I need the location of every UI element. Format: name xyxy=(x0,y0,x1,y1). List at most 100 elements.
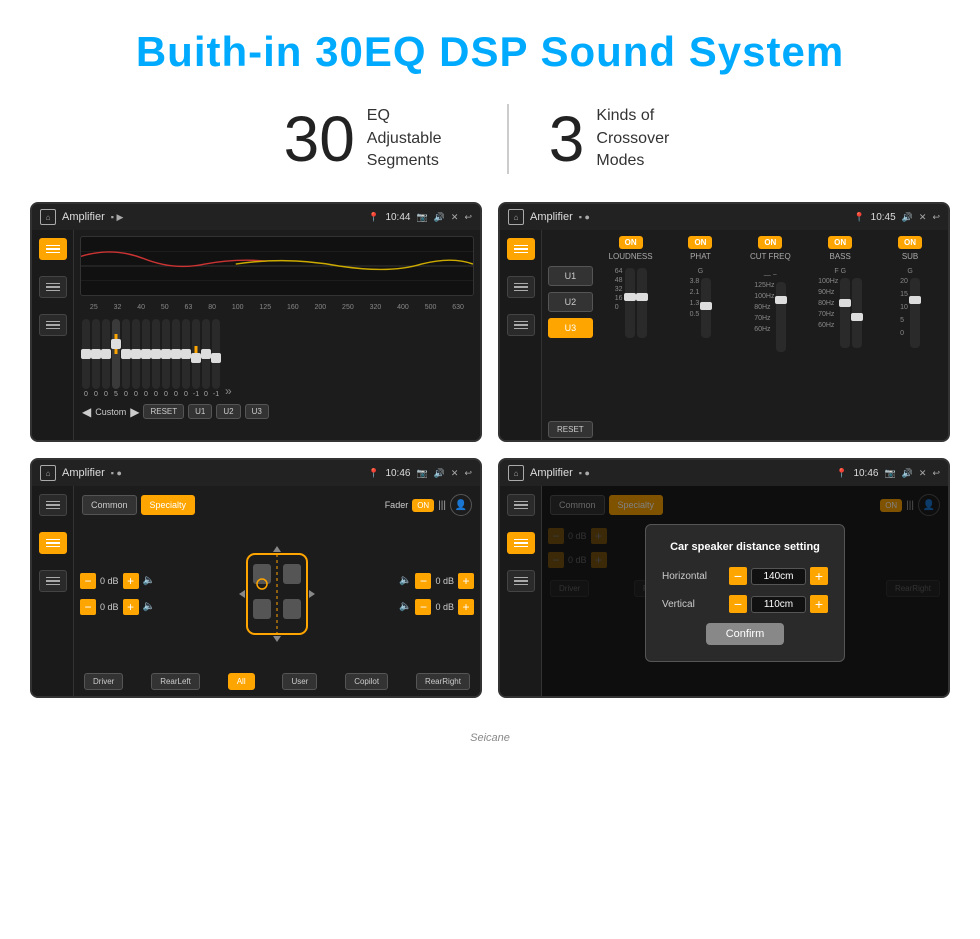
sidebar-vol-btn-4[interactable] xyxy=(507,570,535,592)
db-minus-br[interactable]: − xyxy=(415,599,431,615)
db-minus-tl[interactable]: − xyxy=(80,573,96,589)
location-icon-1: 📍 xyxy=(368,212,379,223)
camera-icon-1: 📷 xyxy=(416,212,427,223)
bottom-buttons-3: Driver RearLeft All User Copilot RearRig… xyxy=(80,669,474,694)
screen-body-3: Common Specialty Fader ON ||| 👤 − 0 d xyxy=(32,486,480,698)
screen-main-1: 25 32 40 50 63 80 100 125 160 200 250 32… xyxy=(74,230,480,442)
eq-slider-0[interactable]: 0 xyxy=(82,319,90,398)
screen-sidebar-2 xyxy=(500,230,542,442)
eq-slider-5[interactable]: 0 xyxy=(132,319,140,398)
eq-u2-btn[interactable]: U2 xyxy=(216,404,240,419)
screen-body-4: Common Specialty ON ||| 👤 − 0 dB + xyxy=(500,486,948,698)
user-btn-3[interactable]: User xyxy=(282,673,317,690)
sidebar-eq-btn-4[interactable] xyxy=(507,494,535,516)
eq-chart xyxy=(80,236,474,296)
topbar-right-2: 📍 10:45 🔊 ✕ ↩ xyxy=(853,212,940,223)
sidebar-vol-btn-3[interactable] xyxy=(39,570,67,592)
eq-slider-13[interactable]: -1 xyxy=(212,319,220,398)
eq-slider-10[interactable]: 0 xyxy=(182,319,190,398)
all-btn-3[interactable]: All xyxy=(228,673,255,690)
screen-body-2: U1 U2 U3 RESET ON LOUDNESS xyxy=(500,230,948,442)
vertical-minus[interactable]: − xyxy=(729,595,747,613)
rear-right-btn-3[interactable]: RearRight xyxy=(416,673,470,690)
topbar-time-1: 10:44 xyxy=(385,212,410,223)
db-minus-tr[interactable]: − xyxy=(415,573,431,589)
eq-prev-btn[interactable]: ◀ xyxy=(82,405,91,419)
back-icon-1: ↩ xyxy=(464,212,472,223)
home-icon-1[interactable]: ⌂ xyxy=(40,209,56,225)
sidebar-eq-btn-2[interactable] xyxy=(507,238,535,260)
eq-custom-label: Custom xyxy=(95,407,126,417)
eq-next-btn[interactable]: ▶ xyxy=(130,405,139,419)
eq-text: EQ AdjustableSegments xyxy=(367,105,467,172)
topbar-4: ⌂ Amplifier ▪ ● 📍 10:46 📷 🔊 ✕ ↩ xyxy=(500,460,948,486)
eq-reset-btn[interactable]: RESET xyxy=(143,404,184,419)
sidebar-vol-btn[interactable] xyxy=(39,314,67,336)
screen-specialty: ⌂ Amplifier ▪ ● 📍 10:46 📷 🔊 ✕ ↩ xyxy=(30,458,482,698)
screens-grid: ⌂ Amplifier ▪ ▶ 📍 10:44 📷 🔊 ✕ ↩ xyxy=(0,202,980,728)
topbar-title-2: Amplifier xyxy=(530,211,573,223)
driver-btn-3[interactable]: Driver xyxy=(84,673,123,690)
horizontal-minus[interactable]: − xyxy=(729,567,747,585)
eq-stat: 30 EQ AdjustableSegments xyxy=(244,105,507,172)
cross-text: Kinds ofCrossover Modes xyxy=(596,105,696,172)
cross-stat: 3 Kinds ofCrossover Modes xyxy=(509,105,737,172)
topbar-right-4: 📍 10:46 📷 🔊 ✕ ↩ xyxy=(836,468,940,479)
u1-btn[interactable]: U1 xyxy=(548,266,593,286)
speaker-layout-area: − 0 dB + 🔈 − 0 dB + 🔈 xyxy=(80,524,474,663)
sidebar-wave-btn[interactable] xyxy=(39,276,67,298)
rear-left-btn-3[interactable]: RearLeft xyxy=(151,673,200,690)
eq-number: 30 xyxy=(284,107,355,171)
eq-slider-12[interactable]: 0 xyxy=(202,319,210,398)
sidebar-eq-btn-3[interactable] xyxy=(39,494,67,516)
db-plus-tr[interactable]: + xyxy=(458,573,474,589)
topbar-title-3: Amplifier xyxy=(62,467,105,479)
specialty-tab-3[interactable]: Specialty xyxy=(141,495,196,515)
distance-dialog: Car speaker distance setting Horizontal … xyxy=(645,524,845,662)
home-icon-3[interactable]: ⌂ xyxy=(40,465,56,481)
horizontal-plus[interactable]: + xyxy=(810,567,828,585)
db-plus-bl[interactable]: + xyxy=(123,599,139,615)
eq-slider-9[interactable]: 0 xyxy=(172,319,180,398)
dialog-overlay: Car speaker distance setting Horizontal … xyxy=(542,486,948,698)
copilot-btn-3[interactable]: Copilot xyxy=(345,673,388,690)
eq-slider-7[interactable]: 0 xyxy=(152,319,160,398)
db-plus-br[interactable]: + xyxy=(458,599,474,615)
confirm-button[interactable]: Confirm xyxy=(706,623,785,645)
vertical-row: Vertical − 110cm + xyxy=(662,595,828,613)
user-icon-3: 👤 xyxy=(450,494,472,516)
sidebar-eq-btn[interactable] xyxy=(39,238,67,260)
horizontal-input: − 140cm + xyxy=(729,567,828,585)
ch-cutfreq: ON CUT FREQ — ~ 125Hz 100Hz 80Hz 70H xyxy=(738,236,802,438)
cross-reset-btn[interactable]: RESET xyxy=(548,421,593,438)
sidebar-wave-btn-3[interactable] xyxy=(39,532,67,554)
sidebar-wave-btn-4[interactable] xyxy=(507,532,535,554)
sidebar-wave-btn-2[interactable] xyxy=(507,276,535,298)
eq-slider-1[interactable]: 0 xyxy=(92,319,100,398)
eq-u3-btn[interactable]: U3 xyxy=(245,404,269,419)
u2-btn[interactable]: U2 xyxy=(548,292,593,312)
eq-slider-3[interactable]: 5 xyxy=(112,319,120,398)
cross-number: 3 xyxy=(549,107,585,171)
screen-body-1: 25 32 40 50 63 80 100 125 160 200 250 32… xyxy=(32,230,480,442)
eq-slider-8[interactable]: 0 xyxy=(162,319,170,398)
topbar-title-1: Amplifier xyxy=(62,211,105,223)
vertical-value: 110cm xyxy=(751,596,806,613)
home-icon-2[interactable]: ⌂ xyxy=(508,209,524,225)
eq-slider-2[interactable]: 0 xyxy=(102,319,110,398)
common-tab-3[interactable]: Common xyxy=(82,495,137,515)
u3-btn[interactable]: U3 xyxy=(548,318,593,338)
db-plus-tl[interactable]: + xyxy=(123,573,139,589)
eq-u1-btn[interactable]: U1 xyxy=(188,404,212,419)
home-icon-4[interactable]: ⌂ xyxy=(508,465,524,481)
sidebar-vol-btn-2[interactable] xyxy=(507,314,535,336)
x-icon-1: ✕ xyxy=(451,212,459,223)
eq-slider-11[interactable]: -1 xyxy=(192,319,200,398)
db-minus-bl[interactable]: − xyxy=(80,599,96,615)
topbar-2: ⌂ Amplifier ▪ ● 📍 10:45 🔊 ✕ ↩ xyxy=(500,204,948,230)
eq-slider-4[interactable]: 0 xyxy=(122,319,130,398)
vertical-plus[interactable]: + xyxy=(810,595,828,613)
eq-slider-6[interactable]: 0 xyxy=(142,319,150,398)
dialog-title: Car speaker distance setting xyxy=(662,541,828,553)
page-title: Buith-in 30EQ DSP Sound System xyxy=(20,28,960,76)
